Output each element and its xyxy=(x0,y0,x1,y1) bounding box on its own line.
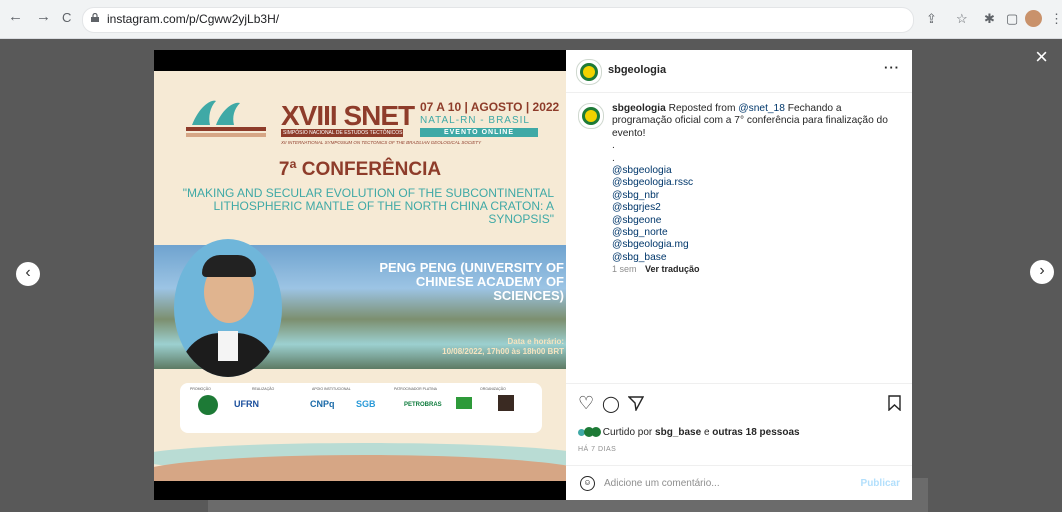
post-caption: sbgeologia Reposted from @snet_18 Fechan… xyxy=(612,103,898,264)
post-username[interactable]: sbgeologia xyxy=(608,64,666,76)
avatar[interactable] xyxy=(578,103,604,129)
sbg-logo-icon xyxy=(198,395,218,415)
others-link[interactable]: outras 18 pessoas xyxy=(712,427,799,438)
poster-conference: 7ª CONFERÊNCIA xyxy=(278,159,442,180)
tag-link[interactable]: @sbgeologia.mg xyxy=(612,239,898,251)
back-icon[interactable]: ← xyxy=(8,8,23,25)
lock-icon xyxy=(91,13,99,22)
post-age: 1 sem xyxy=(612,264,637,274)
emoji-icon[interactable]: ☺ xyxy=(580,476,595,491)
brazil-flag-icon xyxy=(456,397,472,409)
address-bar[interactable]: instagram.com/p/Cgww2yjLb3H/ xyxy=(82,7,914,33)
post-timestamp[interactable]: HÁ 7 DIAS xyxy=(578,446,616,453)
bookmark-icon[interactable] xyxy=(888,395,901,411)
snet-logo-icon xyxy=(186,100,266,137)
heart-icon[interactable]: ♡ xyxy=(578,393,594,414)
caption-username[interactable]: sbgeologia xyxy=(612,103,666,114)
url-text: instagram.com/p/Cgww2yjLb3H/ xyxy=(107,12,280,26)
poster-online-badge: EVENTO ONLINE xyxy=(420,128,538,137)
share-icon[interactable]: ⇪ xyxy=(926,11,937,27)
poster-talk-title: "MAKING AND SECULAR EVOLUTION OF THE SUB… xyxy=(182,186,554,226)
poster-location: NATAL-RN - BRASIL xyxy=(420,115,530,126)
post-header: sbgeologia ··· xyxy=(566,50,912,93)
organizer-logo-icon xyxy=(498,395,514,411)
ufrn-logo: UFRN xyxy=(234,399,259,409)
mention-link[interactable]: @snet_18 xyxy=(738,103,785,114)
avatar[interactable] xyxy=(576,59,602,85)
menu-icon[interactable]: ⋮ xyxy=(1050,11,1062,27)
poster-title: XVIII SNET xyxy=(281,100,415,131)
close-icon[interactable]: × xyxy=(1035,44,1048,70)
comment-input[interactable]: Adicione um comentário... xyxy=(604,478,720,489)
sponsor-logos: PROMOÇÃO REALIZAÇÃO APOIO INSTITUCIONAL … xyxy=(180,383,542,433)
tag-link[interactable]: @sbgeone xyxy=(612,215,898,227)
tag-link[interactable]: @sbg_nbr xyxy=(612,190,898,202)
likes-summary: Curtido por sbg_base e outras 18 pessoas xyxy=(578,427,800,438)
speaker-photo xyxy=(174,239,282,377)
tag-link[interactable]: @sbgrjes2 xyxy=(612,202,898,214)
more-options-icon[interactable]: ··· xyxy=(884,60,900,75)
tag-link[interactable]: @sbg_norte xyxy=(612,227,898,239)
post-panel: sbgeologia ··· sbgeologia Reposted from … xyxy=(566,50,912,500)
poster-speaker: PENG PENG (UNIVERSITY OF CHINESE ACADEMY… xyxy=(379,260,564,303)
caption-meta: 1 sem Ver tradução xyxy=(612,264,700,274)
tag-link[interactable]: @sbgeologia xyxy=(612,165,898,177)
event-poster: XVIII SNET SIMPÓSIO NACIONAL DE ESTUDOS … xyxy=(154,71,566,481)
tag-link[interactable]: @sbgeologia.rssc xyxy=(612,177,898,189)
poster-dates: 07 A 10 | AGOSTO | 2022 xyxy=(420,100,560,114)
petrobras-logo: PETROBRAS xyxy=(404,402,442,408)
share-icon[interactable] xyxy=(628,395,644,411)
cnpq-logo: CNPq xyxy=(310,399,335,409)
next-post-button[interactable]: › xyxy=(1030,260,1054,284)
prev-post-button[interactable]: ‹ xyxy=(16,262,40,286)
window-icon[interactable]: ▢ xyxy=(1006,11,1018,27)
poster-datetime: Data e horário: 10/08/2022, 17h00 às 18h… xyxy=(442,337,564,356)
translate-link[interactable]: Ver tradução xyxy=(645,264,700,274)
reload-icon[interactable]: C xyxy=(62,10,71,25)
browser-toolbar: ← → C instagram.com/p/Cgww2yjLb3H/ ⇪ ☆ ✱… xyxy=(0,0,1062,39)
liker-avatars xyxy=(578,427,601,438)
extensions-icon[interactable]: ✱ xyxy=(984,11,995,27)
poster-wave xyxy=(154,455,566,481)
publish-button[interactable]: Publicar xyxy=(861,478,900,489)
star-icon[interactable]: ☆ xyxy=(956,11,968,27)
tag-link[interactable]: @sbg_base xyxy=(612,252,898,264)
liker-username[interactable]: sbg_base xyxy=(655,427,701,438)
comment-bar: ☺ Adicione um comentário... Publicar xyxy=(566,465,912,502)
poster-subtitle-en: XII INTERNATIONAL SYMPOSIUM ON TECTONICS… xyxy=(281,140,482,145)
poster-subtitle: SIMPÓSIO NACIONAL DE ESTUDOS TECTÔNICOS xyxy=(281,129,403,137)
post-actions: ♡ ◯ Curtido por sbg_base e outras 18 pes… xyxy=(566,383,912,504)
avatar[interactable] xyxy=(1025,10,1042,27)
forward-icon[interactable]: → xyxy=(36,8,51,25)
comment-icon[interactable]: ◯ xyxy=(602,394,620,414)
sgb-logo: SGB xyxy=(356,399,376,409)
